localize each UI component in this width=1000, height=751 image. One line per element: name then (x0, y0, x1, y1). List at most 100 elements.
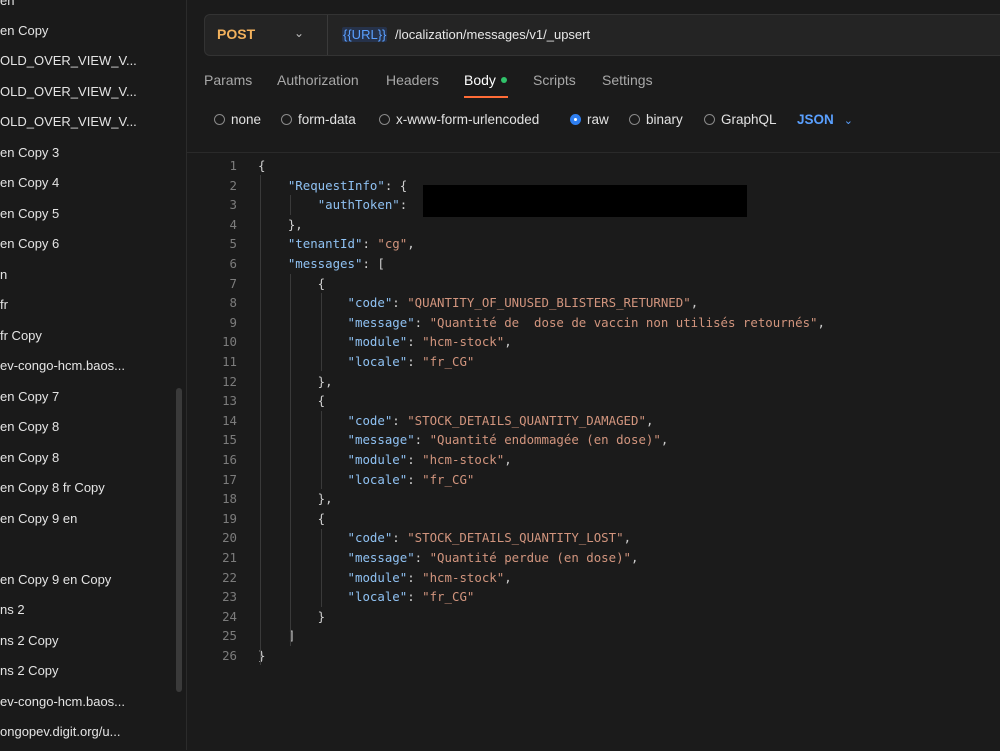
json-punct: }, (258, 216, 303, 232)
json-key: "messages" (287, 256, 363, 271)
sidebar-item[interactable]: en Copy 9 en (0, 504, 175, 534)
json-punct: { (258, 158, 266, 173)
code-line: }, (258, 215, 303, 235)
code-line: "module": "hcm-stock", (258, 568, 512, 588)
url-bar: POST ⌄ {{URL}} /localization/messages/v1… (204, 14, 1000, 56)
json-key: "message" (347, 432, 415, 448)
sidebar-item[interactable]: ongopev.digit.org/u... (0, 717, 175, 747)
json-punct: , (631, 550, 639, 565)
sidebar-item[interactable]: en Copy 8 (0, 443, 175, 473)
line-number: 20 (222, 530, 237, 546)
line-number: 19 (222, 510, 237, 526)
tab-params[interactable]: Params (204, 72, 252, 88)
code-editor[interactable]: 1 2 3 4 5 6 7 8 9 10 11 12 13 14 15 16 17 18 19 20 21 22 23 24 2… (187, 152, 1000, 751)
json-punct: { (258, 393, 326, 409)
code-line: "messages": [ (258, 254, 385, 274)
json-punct: : (414, 550, 430, 565)
line-number: 17 (222, 471, 237, 487)
sidebar-item[interactable]: fr Copy (0, 321, 175, 351)
sidebar-scrollbar[interactable] (176, 388, 182, 692)
sidebar-item[interactable]: fr (0, 290, 175, 320)
sidebar-item[interactable]: en Copy 8 fr Copy (0, 473, 175, 503)
json-punct: : [ (362, 256, 385, 271)
json-string: "STOCK_DETAILS_QUANTITY_LOST" (407, 530, 624, 546)
json-punct: , (817, 314, 825, 330)
json-key: "authToken" (317, 197, 400, 213)
body-type-label: none (231, 112, 262, 127)
line-number: 14 (222, 412, 237, 428)
sidebar-item[interactable]: en Copy 9 en Copy (0, 565, 175, 595)
line-number: 7 (229, 275, 237, 291)
sidebar-item[interactable]: ev-congo-hcm.baos... (0, 687, 175, 717)
url-input[interactable]: /localization/messages/v1/_upsert (395, 27, 590, 42)
indent-guide (321, 293, 322, 371)
sidebar-item[interactable]: en Copy 7 (0, 382, 175, 412)
code-line: { (258, 274, 325, 294)
json-punct: , (504, 569, 512, 585)
sidebar-item[interactable]: en Copy 6 (0, 229, 175, 259)
code-line: "RequestInfo": { (258, 176, 407, 196)
indent-guide (290, 195, 291, 215)
json-punct: , (407, 236, 415, 252)
body-type-raw[interactable]: raw (570, 112, 609, 127)
sidebar-item[interactable]: en Copy 3 (0, 138, 175, 168)
json-punct (258, 432, 348, 447)
tab-body-label: Body (464, 72, 496, 88)
sidebar-item[interactable]: ns 2 Copy (0, 656, 175, 686)
body-type-graphql[interactable]: GraphQL (704, 112, 777, 127)
indent-guide (260, 175, 261, 665)
sidebar-item[interactable]: ns 2 (0, 595, 175, 625)
sidebar-item[interactable]: n (0, 260, 175, 290)
sidebar-item[interactable]: OLD_OVER_VIEW_V... (0, 107, 175, 137)
sidebar-item[interactable]: OLD_OVER_VIEW_V... (0, 77, 175, 107)
tab-settings[interactable]: Settings (602, 72, 653, 88)
sidebar-item[interactable]: en (0, 0, 175, 16)
json-punct (258, 178, 288, 193)
body-format-label: JSON (797, 112, 834, 127)
json-punct: } (258, 608, 326, 624)
sidebar-item[interactable]: en Copy 8 (0, 412, 175, 442)
sidebar-item[interactable]: ns 2 Copy (0, 626, 175, 656)
line-number: 23 (222, 589, 237, 605)
tab-scripts[interactable]: Scripts (533, 72, 576, 88)
url-variable[interactable]: {{URL}} (342, 27, 388, 42)
body-type-urlencoded[interactable]: x-www-form-urlencoded (379, 112, 539, 127)
sidebar-item[interactable]: en Copy 5 (0, 199, 175, 229)
json-string: "fr_CG" (422, 589, 475, 605)
tab-body[interactable]: Body (464, 72, 507, 88)
method-select[interactable]: POST ⌄ (205, 15, 328, 55)
request-editor: POST ⌄ {{URL}} /localization/messages/v1… (187, 0, 1000, 751)
line-number: 6 (229, 256, 237, 271)
body-type-form-data[interactable]: form-data (281, 112, 356, 127)
sidebar-item[interactable]: ev-congo-hcm.baos... (0, 351, 175, 381)
indent-guide (321, 411, 322, 489)
json-punct: : (414, 314, 430, 330)
code-line: "authToken": (258, 195, 408, 215)
sidebar-item[interactable]: OLD_OVER_VIEW_V... (0, 46, 175, 76)
sidebar-item[interactable]: en Copy (0, 16, 175, 46)
json-string: "Quantité perdue (en dose)" (429, 550, 632, 565)
json-punct: : (362, 236, 378, 252)
json-string: "STOCK_DETAILS_QUANTITY_DAMAGED" (407, 412, 646, 428)
json-punct: }, (258, 491, 333, 507)
line-number: 13 (222, 393, 237, 409)
json-punct: : { (384, 177, 408, 193)
json-punct: : (392, 530, 408, 546)
body-type-none[interactable]: none (214, 112, 261, 127)
json-punct (258, 589, 348, 604)
sidebar-item[interactable] (0, 534, 175, 564)
tab-headers[interactable]: Headers (386, 72, 439, 88)
json-key: "message" (347, 314, 415, 330)
json-punct: { (258, 510, 326, 526)
json-punct: , (660, 432, 669, 448)
json-punct: : (407, 452, 423, 467)
json-punct (258, 197, 318, 212)
body-format-select[interactable]: JSON ⌄ (797, 112, 853, 127)
line-number: 24 (222, 608, 237, 624)
radio-icon (214, 113, 225, 125)
sidebar-item[interactable]: en Copy 4 (0, 168, 175, 198)
json-key: "module" (347, 569, 408, 585)
tab-authorization[interactable]: Authorization (277, 72, 359, 88)
body-type-binary[interactable]: binary (629, 112, 683, 127)
chevron-down-icon: ⌄ (294, 26, 305, 40)
